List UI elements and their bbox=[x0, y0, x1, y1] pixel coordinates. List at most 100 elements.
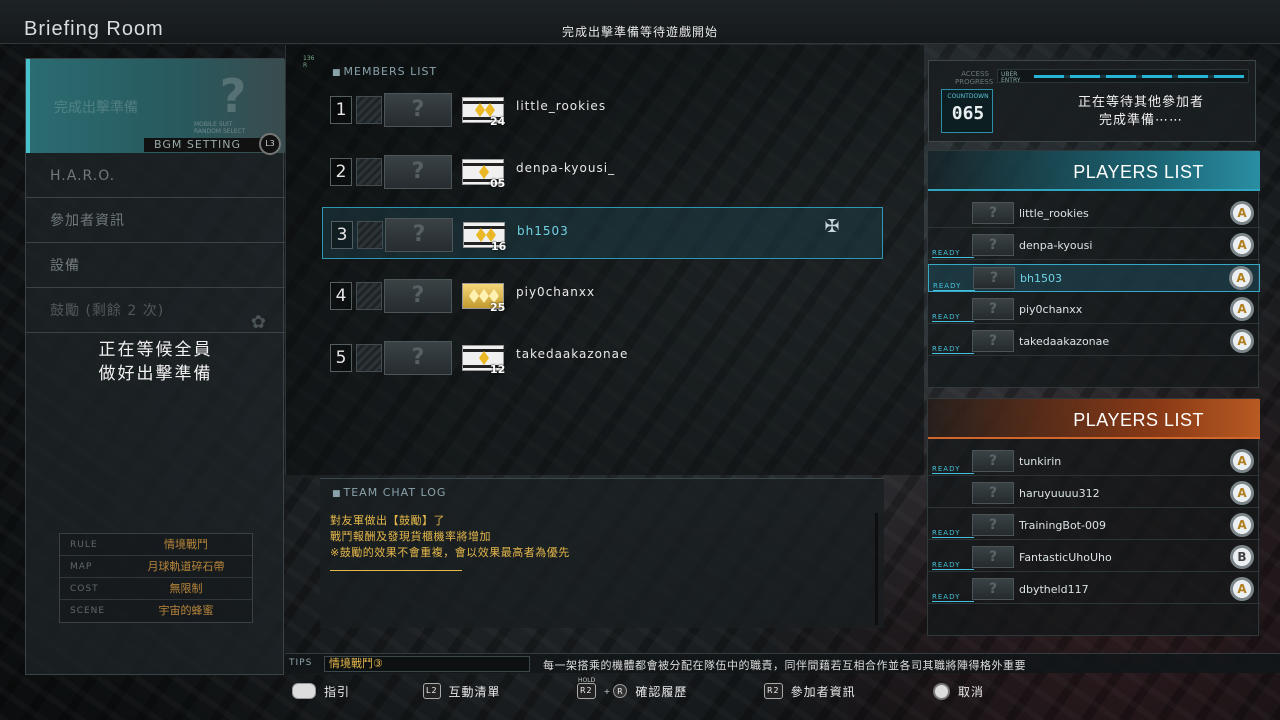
menu-item-encourage[interactable]: 鼓勵 (剩餘 2 次) ✿ bbox=[26, 289, 285, 333]
member-level: 05 bbox=[490, 177, 506, 190]
member-ms-placeholder: ? bbox=[384, 341, 452, 375]
emblem-icon: ✠ bbox=[824, 216, 840, 237]
access-progress-fill bbox=[1034, 75, 1244, 78]
player-row[interactable]: READY ? tunkirin A bbox=[928, 448, 1260, 476]
menu-item-participant-info[interactable]: 參加者資訊 bbox=[26, 199, 285, 243]
menu-item-equipment[interactable]: 設備 bbox=[26, 244, 285, 288]
rule-key: SCENE bbox=[70, 606, 106, 616]
player-name: dbytheld117 bbox=[1019, 583, 1089, 596]
rule-value: 宇宙的蜂蜜 bbox=[158, 604, 214, 617]
rule-row: SCENE 宇宙的蜂蜜 bbox=[60, 600, 252, 622]
legend-guide[interactable]: 指引 bbox=[292, 683, 350, 699]
chat-line: ※鼓勵的效果不會重複，會以效果最高者為優先 bbox=[330, 546, 570, 559]
player-name: takedaakazonae bbox=[1019, 335, 1110, 348]
legend-info[interactable]: R2 參加者資訊 bbox=[764, 683, 856, 699]
players-list-header-b: PLAYERS LIST bbox=[928, 399, 1260, 439]
l2-button-icon: L2 bbox=[423, 683, 441, 699]
member-slot-stripe bbox=[356, 344, 382, 372]
chat-scrollbar[interactable] bbox=[875, 513, 878, 625]
player-row[interactable]: READY ? piy0chanxx A bbox=[928, 296, 1260, 324]
member-name: denpa-kyousi_ bbox=[516, 161, 616, 175]
rank-badge-icon: A bbox=[1230, 201, 1254, 225]
players-list-team-b: PLAYERS LIST READY ? tunkirin A ? haruyu… bbox=[927, 398, 1260, 636]
player-name: haruyuuuu312 bbox=[1019, 487, 1100, 500]
player-name: piy0chanxx bbox=[1019, 303, 1083, 316]
menu-item-haro[interactable]: H.A.R.O. bbox=[26, 154, 285, 198]
member-row[interactable]: 5 ? 12 takedaakazonae bbox=[322, 331, 883, 383]
chat-log: 對友軍做出【鼓勵】了 戰鬥報酬及發現貨櫃機率將增加 ※鼓勵的效果不會重複，會以效… bbox=[330, 513, 570, 561]
player-ms-placeholder: ? bbox=[972, 202, 1014, 224]
circle-button-icon bbox=[933, 682, 950, 700]
member-row[interactable]: 4 ? 25 piy0chanxx bbox=[322, 269, 883, 321]
players-list-team-a: PLAYERS LIST ? little_rookies A READY ? … bbox=[927, 150, 1260, 388]
player-row[interactable]: READY ? TrainingBot-009 A bbox=[928, 512, 1260, 540]
rule-key: COST bbox=[70, 584, 99, 594]
player-ms-placeholder: ? bbox=[972, 514, 1014, 536]
rule-row: MAP 月球軌道碎石帶 bbox=[60, 556, 252, 578]
member-name: bh1503 bbox=[517, 224, 569, 238]
rule-key: MAP bbox=[70, 562, 93, 572]
briefing-menu: 完成出擊準備 ? MOBILE SUIT RANDOM SELECT BGM S… bbox=[25, 58, 285, 675]
chat-line: 戰鬥報酬及發現貨櫃機率將增加 bbox=[330, 530, 491, 543]
member-ms-placeholder: ? bbox=[384, 279, 452, 313]
member-slot-stripe bbox=[356, 158, 382, 186]
member-number: 2 bbox=[330, 158, 352, 186]
ready-label: READY bbox=[933, 282, 975, 291]
rule-value: 情境戰鬥 bbox=[164, 538, 208, 551]
member-level: 16 bbox=[491, 240, 507, 253]
corner-label: 136 R bbox=[303, 55, 315, 69]
ready-label: READY bbox=[932, 249, 974, 258]
rank-badge-icon: A bbox=[1230, 233, 1254, 257]
ready-label: READY bbox=[932, 313, 974, 322]
member-ms-placeholder: ? bbox=[385, 218, 453, 252]
player-ms-placeholder: ? bbox=[972, 298, 1014, 320]
member-row-selected[interactable]: 3 ? 16 bh1503 ✠ bbox=[322, 207, 883, 259]
members-list-header: MEMBERS LIST bbox=[332, 65, 437, 78]
member-row[interactable]: 2 ? 05 denpa-kyousi_ bbox=[322, 145, 883, 197]
access-progress-bar: UBER ENTRY bbox=[997, 69, 1249, 84]
member-slot-stripe bbox=[356, 96, 382, 124]
r2-button-icon: R2 bbox=[577, 683, 596, 699]
player-name: tunkirin bbox=[1019, 455, 1062, 468]
r2-button-icon: R2 bbox=[764, 683, 783, 699]
player-row[interactable]: READY ? takedaakazonae A bbox=[928, 328, 1260, 356]
member-number: 3 bbox=[331, 221, 353, 249]
legend-cancel-label: 取消 bbox=[958, 684, 985, 699]
member-row[interactable]: 1 ? 24 little_rookies bbox=[322, 83, 883, 135]
player-ms-placeholder: ? bbox=[972, 450, 1014, 472]
access-progress-label: ACCESS PROGRESS bbox=[955, 70, 994, 86]
players-list-title: PLAYERS LIST bbox=[1073, 162, 1204, 182]
player-row[interactable]: READY ? FantasticUhoUho B bbox=[928, 544, 1260, 572]
player-row[interactable]: ? little_rookies A bbox=[928, 200, 1260, 228]
player-row-selected[interactable]: READY ? bh1503 A bbox=[928, 264, 1260, 292]
ready-label: READY bbox=[932, 465, 974, 474]
rank-badge-icon: A bbox=[1230, 577, 1254, 601]
ms-placeholder-icon: ? bbox=[219, 69, 247, 123]
ready-label: READY bbox=[932, 529, 974, 538]
countdown-box: COUNTDOWN 065 bbox=[941, 89, 993, 133]
top-status-text: 完成出擊準備等待遊戲開始 bbox=[561, 25, 718, 39]
legend-history[interactable]: R2 + R 確認履歷 bbox=[577, 683, 687, 699]
rank-badge-icon: A bbox=[1229, 266, 1253, 290]
member-number: 5 bbox=[330, 344, 352, 372]
player-ms-placeholder: ? bbox=[973, 267, 1015, 289]
legend-cancel[interactable]: 取消 bbox=[933, 682, 985, 700]
r-stick-icon: R bbox=[613, 684, 628, 698]
player-ms-placeholder: ? bbox=[972, 546, 1014, 568]
plus-icon: + bbox=[603, 686, 612, 696]
tips-text: 每一架搭乘的機體都會被分配在隊伍中的職責，同伴間藉若互相合作並各司其職將陣得格外… bbox=[543, 659, 1026, 672]
player-row[interactable]: READY ? denpa-kyousi A bbox=[928, 232, 1260, 260]
bgm-setting-button[interactable]: BGM SETTING bbox=[144, 138, 274, 152]
legend-interaction[interactable]: L2 互動清單 bbox=[423, 683, 501, 699]
player-row[interactable]: READY ? dbytheld117 A bbox=[928, 576, 1260, 604]
player-name: little_rookies bbox=[1019, 207, 1089, 220]
member-slot-stripe bbox=[356, 282, 382, 310]
status-message-line2: 完成準備⋯⋯ bbox=[1098, 113, 1183, 128]
member-ms-placeholder: ? bbox=[384, 93, 452, 127]
member-number: 4 bbox=[330, 282, 352, 310]
tips-title: 情境戰鬥③ bbox=[324, 656, 530, 672]
player-row[interactable]: ? haruyuuuu312 A bbox=[928, 480, 1260, 508]
ms-select-label: MOBILE SUIT RANDOM SELECT bbox=[194, 121, 246, 135]
rank-badge-icon: B bbox=[1230, 545, 1254, 569]
member-level: 24 bbox=[490, 115, 506, 128]
